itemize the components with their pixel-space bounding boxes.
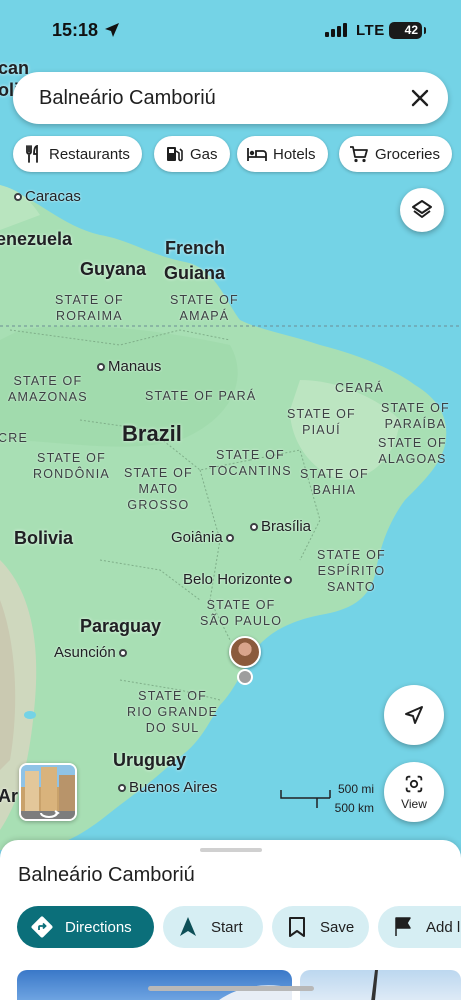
city-label-belo-horizonte: Belo Horizonte — [183, 571, 293, 588]
chip-label: Gas — [190, 145, 218, 163]
add-label-button[interactable]: Add l — [378, 906, 461, 948]
navigation-arrow-icon — [405, 706, 423, 724]
hotel-bed-icon — [247, 144, 267, 164]
search-query[interactable]: Balneário Camboriú — [39, 87, 216, 110]
network-type: LTE — [356, 22, 385, 39]
action-label: Save — [320, 918, 355, 936]
home-indicator[interactable] — [148, 986, 314, 991]
directions-button[interactable]: Directions — [17, 906, 154, 948]
place-actions: Directions Start Save Add l — [17, 906, 461, 948]
state-label-sao-paulo: STATE OF SÃO PAULO — [200, 598, 283, 628]
city-label-caracas: Caracas — [14, 188, 81, 205]
state-label-bahia: STATE OF BAHIA — [300, 467, 369, 497]
chip-label: Hotels — [273, 145, 316, 163]
street-view-thumbnail[interactable] — [19, 763, 77, 821]
street-view-image — [21, 765, 75, 819]
sheet-drag-handle[interactable] — [200, 848, 262, 852]
close-icon[interactable] — [406, 84, 434, 112]
country-label-brazil: Brazil — [122, 421, 182, 446]
state-label-espirito-santo: STATE OF ESPÍRITO SANTO — [317, 548, 386, 594]
chip-hotels[interactable]: Hotels — [237, 136, 328, 172]
state-label-ceara: CEARÁ — [335, 381, 385, 395]
country-label-uruguay: Uruguay — [113, 750, 187, 770]
place-bottom-sheet[interactable]: Balneário Camboriú Directions Start Save… — [0, 840, 461, 1000]
map-scale: 500 mi 500 km — [280, 782, 380, 818]
country-label-french-guiana: French — [165, 238, 226, 258]
action-label: Start — [211, 918, 243, 936]
my-location-button[interactable] — [384, 685, 444, 745]
state-label-roraima: STATE OF RORAIMA — [55, 293, 124, 323]
chip-gas[interactable]: Gas — [154, 136, 230, 172]
bookmark-icon — [284, 914, 310, 940]
start-button[interactable]: Start — [163, 906, 263, 948]
status-bar: 15:18 LTE 42 — [0, 0, 461, 60]
chip-label: Groceries — [375, 145, 441, 163]
state-label-alagoas: STATE OF ALAGOAS — [378, 436, 447, 466]
chip-label: Restaurants — [49, 145, 130, 163]
location-arrow-icon — [105, 23, 119, 37]
place-photo[interactable] — [17, 970, 292, 1000]
layers-icon — [412, 200, 432, 218]
search-bar[interactable]: Balneário Camboriú — [13, 72, 448, 124]
state-label-tocantins: STATE OF TOCANTINS — [209, 448, 292, 478]
restaurant-icon — [23, 144, 43, 164]
city-label-asuncion: Asunción — [54, 644, 127, 661]
save-button[interactable]: Save — [272, 906, 369, 948]
navigation-arrow-icon — [175, 914, 201, 940]
camera-lens-icon — [405, 775, 423, 793]
chip-restaurants[interactable]: Restaurants — [13, 136, 142, 172]
city-label-manaus: Manaus — [97, 358, 161, 375]
country-label-venezuela: enezuela — [0, 229, 73, 249]
state-label-piaui: STATE OF PIAUÍ — [287, 407, 356, 437]
place-title: Balneário Camboriú — [18, 864, 195, 886]
place-pin-marker[interactable] — [237, 669, 253, 685]
state-label-partial: CRE — [0, 431, 28, 445]
country-label-bolivia: Bolivia — [14, 528, 74, 548]
category-chips: Restaurants Gas Hotels Groceries — [13, 136, 461, 172]
scale-km: 500 km — [334, 801, 374, 815]
battery-level: 42 — [404, 23, 418, 37]
action-label: Add l — [426, 918, 461, 936]
directions-icon — [29, 914, 55, 940]
gas-station-icon — [164, 144, 184, 164]
state-label-paraiba: STATE OF PARAÍBA — [381, 401, 450, 431]
city-label-goiania: Goiânia — [171, 529, 234, 546]
country-label-french-guiana: Guiana — [164, 263, 226, 283]
place-photo-image — [219, 985, 292, 1000]
country-label-guyana: Guyana — [80, 259, 147, 279]
chip-groceries[interactable]: Groceries — [339, 136, 453, 172]
state-label-mato-grosso: STATE OF MATO GROSSO — [124, 466, 193, 512]
battery-indicator: 42 — [389, 22, 426, 39]
flag-icon — [390, 914, 416, 940]
shopping-cart-icon — [349, 144, 369, 164]
state-label-amazonas: STATE OF AMAZONAS — [8, 374, 88, 404]
city-label-buenos-aires: Buenos Aires — [118, 779, 217, 796]
state-label-rio-grande-do-sul: STATE OF RIO GRANDE DO SUL — [127, 689, 219, 735]
cellular-signal-icon — [325, 23, 347, 37]
place-photo[interactable] — [300, 970, 461, 1000]
country-label-paraguay: Paraguay — [80, 616, 162, 636]
layers-button[interactable] — [400, 188, 444, 232]
status-time: 15:18 — [52, 20, 99, 40]
state-label-amapa: STATE OF AMAPÁ — [170, 293, 239, 323]
state-label-rondonia: STATE OF RONDÔNIA — [33, 451, 110, 481]
user-avatar-marker[interactable] — [229, 636, 261, 668]
view-button[interactable]: View — [384, 762, 444, 822]
action-label: Directions — [65, 918, 132, 936]
city-label-brasilia: Brasília — [250, 518, 311, 535]
view-button-label: View — [401, 797, 427, 811]
state-label-para: STATE OF PARÁ — [145, 389, 257, 403]
place-photo-image — [371, 970, 378, 1000]
scale-miles: 500 mi — [337, 782, 374, 796]
